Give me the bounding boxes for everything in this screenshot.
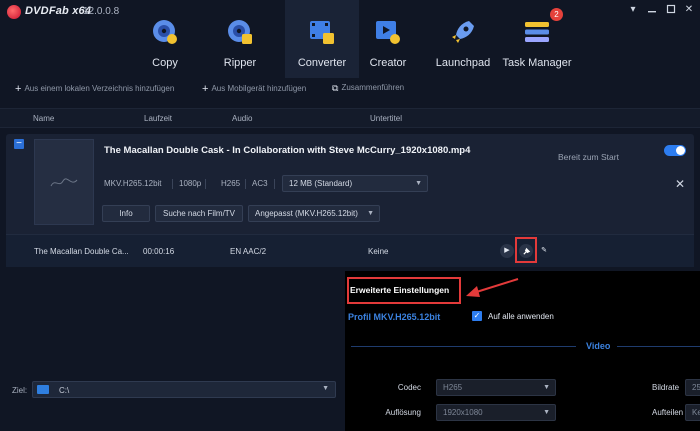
nav-label: Ripper — [223, 57, 257, 69]
nav-creator[interactable]: Creator — [351, 0, 425, 78]
ripper-disc-icon — [228, 20, 252, 44]
nav-label: Converter — [297, 57, 347, 69]
column-duration[interactable]: Laufzeit — [144, 114, 172, 123]
track-name: The Macallan Double Ca... — [34, 247, 129, 256]
destination-path: C:\ — [59, 386, 70, 395]
track-subtitle[interactable]: Keine — [368, 247, 388, 256]
task-manager-icon — [525, 22, 549, 42]
nav-copy[interactable]: Copy — [128, 0, 202, 78]
highlight-box — [515, 237, 537, 263]
destination-bar: Ziel: C:\ ▼ — [0, 378, 345, 431]
info-button[interactable]: Info — [102, 205, 150, 222]
enable-toggle[interactable] — [664, 145, 686, 156]
track-audio[interactable]: EN AAC/2 — [230, 247, 266, 256]
divider — [274, 179, 275, 189]
divider — [205, 179, 206, 189]
rocket-icon — [452, 21, 474, 43]
column-header: Name Laufzeit Audio Untertitel — [0, 108, 700, 128]
column-subtitle[interactable]: Untertitel — [370, 114, 402, 123]
column-name[interactable]: Name — [33, 114, 54, 123]
toolbar: + Aus einem lokalen Verzeichnis hinzufüge… — [0, 83, 700, 99]
nav-launchpad[interactable]: Launchpad — [426, 0, 500, 78]
copy-disc-icon — [153, 20, 177, 44]
meta-audio-codec: AC3 — [252, 179, 268, 188]
section-video: Video — [586, 341, 611, 351]
divider — [245, 179, 246, 189]
resolution-label: Auflösung — [385, 408, 421, 417]
apply-all-label: Auf alle anwenden — [488, 312, 554, 321]
chevron-down-icon: ▼ — [543, 384, 550, 391]
file-card: − The Macallan Double Cask - In Collabor… — [6, 134, 694, 267]
merge-button[interactable]: ⧉ Zusammenführen — [332, 83, 404, 94]
track-duration: 00:00:16 — [143, 247, 175, 256]
apply-all-checkbox[interactable]: ✓ — [472, 311, 482, 321]
nav-label: Creator — [369, 57, 407, 69]
profile-name: Profil MKV.H265.12bit — [348, 312, 441, 322]
resolution-select[interactable]: 1920x1080 ▼ — [436, 404, 556, 421]
framerate-select[interactable]: 25 — [685, 379, 700, 396]
nav-converter[interactable]: Converter — [285, 0, 359, 78]
play-icon[interactable]: ▶ — [500, 244, 514, 258]
nav-task-manager[interactable]: 2 Task Manager — [500, 0, 574, 78]
panel-title: Erweiterte Einstellungen — [350, 285, 450, 295]
merge-icon: ⧉ — [332, 83, 339, 93]
codec-select[interactable]: H265 ▼ — [436, 379, 556, 396]
search-movie-button[interactable]: Suche nach Film/TV — [155, 205, 243, 222]
chevron-down-icon: ▼ — [367, 210, 374, 217]
nav-ripper[interactable]: Ripper — [203, 0, 277, 78]
advanced-settings-panel: Erweiterte Einstellungen Profil MKV.H265… — [345, 271, 700, 431]
status-text: Bereit zum Start — [558, 152, 619, 162]
profile-select[interactable]: Angepasst (MKV.H265.12bit) ▼ — [248, 205, 380, 222]
chevron-down-icon: ▼ — [322, 385, 329, 392]
meta-profile: MKV.H265.12bit — [104, 179, 162, 188]
edit-icon[interactable]: ✎ — [537, 244, 551, 258]
thumbnail-signature — [49, 176, 79, 192]
nav-label: Task Manager — [502, 57, 572, 69]
meta-codec: H265 — [221, 179, 241, 188]
split-label: Aufteilen — [652, 408, 684, 417]
task-count-badge: 2 — [550, 8, 563, 21]
meta-resolution: 1080p — [179, 179, 202, 188]
framerate-label: Bildrate — [652, 383, 680, 392]
folder-icon — [37, 385, 49, 394]
split-select[interactable]: Ke — [685, 404, 700, 421]
nav-label: Copy — [152, 57, 178, 69]
app-window: DVDFab x64 12.0.0.8 ▾ ✕ Copy Ripper Conv… — [0, 0, 700, 431]
codec-label: Codec — [397, 383, 421, 392]
destination-label: Ziel: — [12, 386, 28, 395]
add-mobile-button[interactable]: + Aus Mobilgerät hinzufügen — [202, 83, 306, 95]
chevron-down-icon: ▼ — [543, 409, 550, 416]
chevron-down-icon: ▼ — [415, 180, 422, 187]
plus-icon: + — [202, 83, 209, 95]
column-audio[interactable]: Audio — [232, 114, 252, 123]
add-local-button[interactable]: + Aus einem lokalen Verzeichnis hinzufüge… — [15, 83, 174, 95]
divider — [617, 346, 700, 347]
creator-film-icon — [376, 21, 400, 44]
main-nav: Copy Ripper Converter Creator Launchpad … — [0, 0, 700, 78]
track-row[interactable]: The Macallan Double Ca... 00:00:16 EN AA… — [6, 234, 694, 267]
collapse-button[interactable]: − — [14, 139, 24, 149]
plus-icon: + — [15, 83, 22, 95]
divider — [172, 179, 173, 189]
remove-file-icon[interactable]: ✕ — [675, 177, 685, 191]
file-title: The Macallan Double Cask - In Collaborat… — [104, 145, 471, 156]
converter-film-icon — [310, 21, 334, 44]
divider — [351, 346, 576, 347]
size-select[interactable]: 12 MB (Standard) ▼ — [282, 175, 428, 192]
destination-select[interactable]: C:\ ▼ — [32, 381, 336, 398]
nav-label: Launchpad — [435, 57, 491, 69]
video-thumbnail — [34, 139, 94, 225]
